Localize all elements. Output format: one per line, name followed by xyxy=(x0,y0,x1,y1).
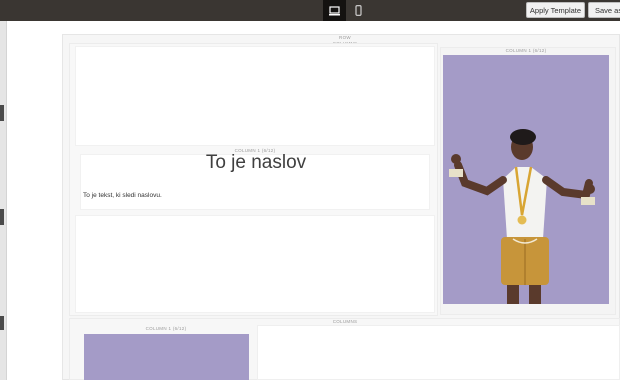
desktop-view-button[interactable] xyxy=(323,0,346,21)
page-heading: To je naslov xyxy=(205,152,307,173)
column-caption-right: COLUMN 1 (6/12) xyxy=(505,48,547,53)
empty-block-bottom[interactable] xyxy=(75,215,435,313)
mobile-phone-icon xyxy=(354,5,362,16)
body-paragraph: To je tekst, ki sledi naslovu. xyxy=(83,192,162,199)
sidebar-marker xyxy=(0,316,4,330)
photo-bottom[interactable] xyxy=(84,334,249,380)
boy-illustration xyxy=(449,129,595,304)
sidebar-marker xyxy=(0,105,4,121)
row-caption: ROW xyxy=(339,35,351,40)
column-caption-bottom: COLUMN 1 (6/12) xyxy=(145,326,187,331)
mobile-view-button[interactable] xyxy=(348,0,368,21)
columns-caption-2: COLUMNS xyxy=(332,319,358,324)
left-sidebar-strip xyxy=(0,21,7,380)
desktop-icon xyxy=(329,5,340,15)
top-toolbar: Apply Template Save as T xyxy=(0,0,620,21)
save-as-template-button[interactable]: Save as T xyxy=(588,2,620,18)
empty-block-bottom-right[interactable] xyxy=(257,325,620,380)
empty-block-top[interactable] xyxy=(75,46,435,146)
apply-template-button[interactable]: Apply Template xyxy=(526,2,585,18)
photo-boy-with-medal[interactable] xyxy=(443,55,609,304)
sidebar-marker xyxy=(0,209,4,225)
